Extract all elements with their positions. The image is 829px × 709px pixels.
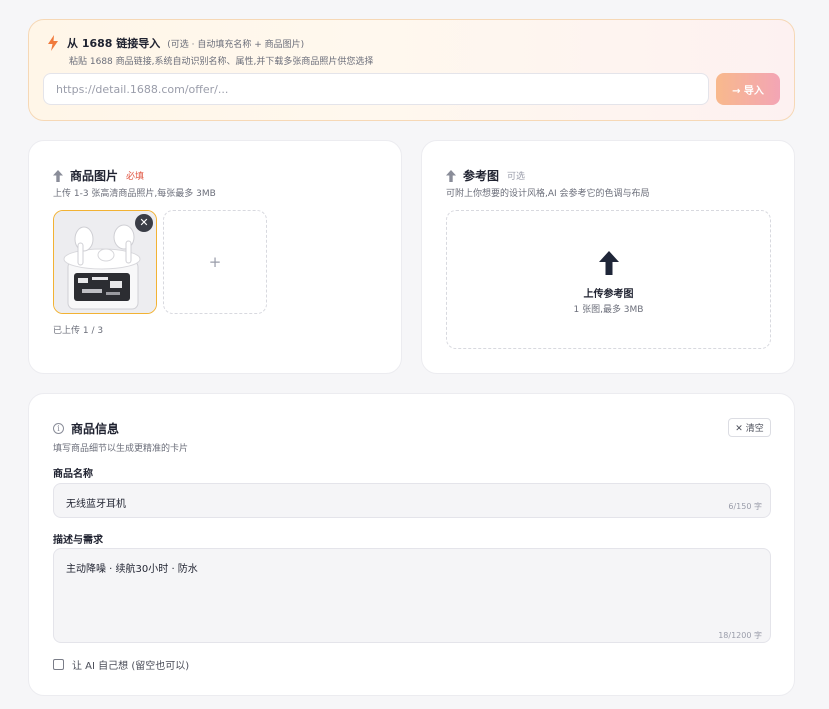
product-info-title: 商品信息 — [71, 422, 120, 436]
product-images-card: 商品图片 必填 上传 1-3 张高清商品照片,每张最多 3MB ✕ + 已上传 … — [28, 140, 402, 374]
ai-auto-label: 让 AI 自己想 (留空也可以) — [72, 661, 190, 672]
import-card: 从 1688 链接导入 (可选 · 自动填充名称 + 商品图片) 粘贴 1688… — [28, 19, 795, 121]
product-info-card: i 商品信息 填写商品细节以生成更精准的卡片 ✕ 清空 商品名称 无线蓝牙耳机 … — [28, 393, 795, 696]
remove-image-button[interactable]: ✕ — [135, 214, 153, 232]
ai-auto-checkbox[interactable] — [53, 659, 64, 670]
optional-tag: 可选 — [507, 172, 526, 182]
description-textarea[interactable]: 主动降噪 · 续航30小时 · 防水 18/1200 字 — [53, 548, 771, 643]
upload-count: 已上传 1 / 3 — [53, 326, 104, 336]
import-hint: (可选 · 自动填充名称 + 商品图片) — [167, 39, 305, 50]
reference-card: 参考图 可选 可附上你想要的设计风格,AI 会参考它的色调与布局 上传参考图 1… — [421, 140, 795, 374]
description-label: 描述与需求 — [53, 535, 103, 546]
name-char-counter: 6/150 字 — [728, 502, 762, 511]
reference-upload-label: 上传参考图 — [583, 289, 634, 300]
upload-arrow-icon — [446, 169, 456, 182]
import-title-row: 从 1688 链接导入 (可选 · 自动填充名称 + 商品图片) — [47, 35, 304, 51]
import-button[interactable]: → 导入 — [716, 73, 780, 105]
import-title: 从 1688 链接导入 — [67, 37, 161, 50]
name-label: 商品名称 — [53, 469, 93, 480]
product-images-title: 商品图片 — [70, 169, 119, 183]
reference-title: 参考图 — [463, 169, 500, 183]
product-info-subtitle: 填写商品细节以生成更精准的卡片 — [53, 444, 189, 454]
ai-auto-option[interactable]: 让 AI 自己想 (留空也可以) — [53, 657, 189, 672]
reference-header: 参考图 可选 — [446, 167, 525, 184]
info-icon: i — [53, 423, 64, 434]
upload-arrow-icon — [599, 251, 619, 275]
reference-upload-hint: 1 张图,最多 3MB — [573, 305, 644, 315]
import-url-input[interactable] — [43, 73, 709, 105]
product-name-value: 无线蓝牙耳机 — [66, 499, 126, 510]
product-thumbnail[interactable]: ✕ — [53, 210, 157, 314]
description-value: 主动降噪 · 续航30小时 · 防水 — [66, 564, 198, 575]
upload-arrow-icon — [53, 169, 63, 182]
clear-button[interactable]: ✕ 清空 — [728, 418, 771, 437]
lightning-icon — [48, 35, 58, 51]
product-info-header: i 商品信息 — [53, 420, 119, 437]
description-char-counter: 18/1200 字 — [718, 631, 762, 640]
reference-upload-zone[interactable]: 上传参考图 1 张图,最多 3MB — [446, 210, 771, 349]
product-images-subtitle: 上传 1-3 张高清商品照片,每张最多 3MB — [53, 189, 216, 199]
reference-subtitle: 可附上你想要的设计风格,AI 会参考它的色调与布局 — [446, 189, 650, 199]
required-tag: 必填 — [126, 172, 145, 182]
add-image-button[interactable]: + — [163, 210, 267, 314]
product-name-input[interactable]: 无线蓝牙耳机 6/150 字 — [53, 483, 771, 518]
import-subtitle: 粘贴 1688 商品链接,系统自动识别名称、属性,并下载多张商品照片供您选择 — [69, 57, 374, 67]
product-images-header: 商品图片 必填 — [53, 167, 144, 184]
